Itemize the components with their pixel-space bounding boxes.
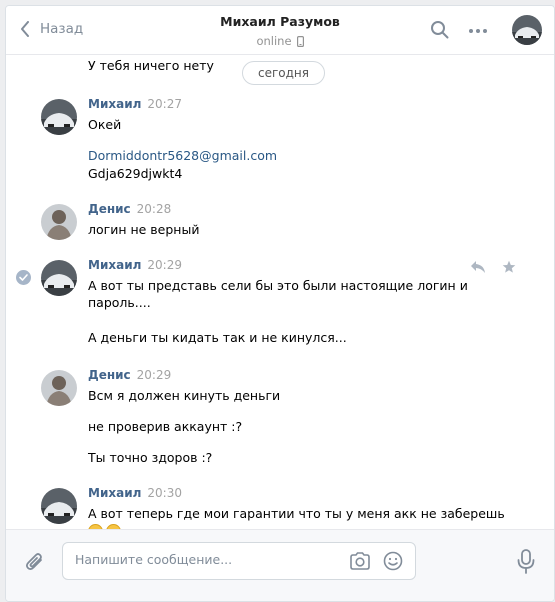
message-text: Окей xyxy=(88,117,122,132)
message-text: Gdja629djwkt4 xyxy=(88,166,183,181)
online-status: online xyxy=(256,34,304,48)
message-time[interactable]: 20:29 xyxy=(147,258,182,272)
search-icon[interactable] xyxy=(430,20,450,40)
chat-window: Назад Михаил Разумов online У тебя ничег… xyxy=(5,5,555,602)
message-meta: Михаил 20:30 xyxy=(88,486,182,500)
message-text: А деньги ты кидать так и не кинулся... xyxy=(88,330,347,345)
chat-title[interactable]: Михаил Разумов xyxy=(6,14,554,29)
message-meta: Михаил 20:27 xyxy=(88,97,182,111)
message-time[interactable]: 20:29 xyxy=(137,368,172,382)
message-text: Ты точно здоров :? xyxy=(88,450,213,465)
message-composer xyxy=(6,529,554,601)
author-name[interactable]: Михаил xyxy=(88,258,141,272)
author-name[interactable]: Денис xyxy=(88,368,131,382)
date-separator: сегодня xyxy=(242,61,325,85)
more-icon[interactable] xyxy=(468,28,488,34)
star-icon[interactable] xyxy=(502,260,516,274)
author-name[interactable]: Михаил xyxy=(88,97,141,111)
avatar[interactable] xyxy=(41,204,77,240)
message-text: не проверив аккаунт :? xyxy=(88,419,243,434)
message-meta: Денис 20:28 xyxy=(88,202,171,216)
message-time[interactable]: 20:30 xyxy=(147,486,182,500)
message-text: логин не верный xyxy=(88,222,200,237)
selected-check-icon[interactable] xyxy=(16,270,31,285)
message-text: Всм я должен кинуть деньги xyxy=(88,388,281,403)
mobile-icon xyxy=(296,35,304,47)
avatar[interactable] xyxy=(512,15,542,45)
message-text: А вот ты представь сели бы это были наст… xyxy=(88,278,468,293)
email-link[interactable]: Dormiddontr5628@gmail.com xyxy=(88,148,277,163)
author-name[interactable]: Михаил xyxy=(88,486,141,500)
message-text: У тебя ничего нету xyxy=(88,58,214,73)
message-input-box[interactable] xyxy=(62,542,416,580)
paperclip-icon[interactable] xyxy=(24,551,46,573)
camera-icon[interactable] xyxy=(349,552,371,570)
avatar[interactable] xyxy=(41,99,77,135)
status-text: online xyxy=(256,34,292,48)
avatar[interactable] xyxy=(41,260,77,296)
avatar[interactable] xyxy=(41,370,77,406)
avatar[interactable] xyxy=(41,488,77,524)
message-time[interactable]: 20:28 xyxy=(137,202,172,216)
message-text: А вот теперь где мои гарантии что ты у м… xyxy=(88,506,505,521)
message-actions xyxy=(470,260,516,274)
author-name[interactable]: Денис xyxy=(88,202,131,216)
microphone-icon[interactable] xyxy=(517,549,535,575)
message-text: пароль.... xyxy=(88,295,151,310)
reply-icon[interactable] xyxy=(470,260,486,274)
message-time[interactable]: 20:27 xyxy=(147,97,182,111)
message-meta: Денис 20:29 xyxy=(88,368,171,382)
message-feed[interactable]: У тебя ничего нету сегодня Михаил 20:27 О… xyxy=(6,55,554,529)
message-input[interactable] xyxy=(75,552,295,567)
message-meta: Михаил 20:29 xyxy=(88,258,182,272)
chat-header: Назад Михаил Разумов online xyxy=(6,6,554,55)
smile-icon[interactable] xyxy=(383,551,403,571)
